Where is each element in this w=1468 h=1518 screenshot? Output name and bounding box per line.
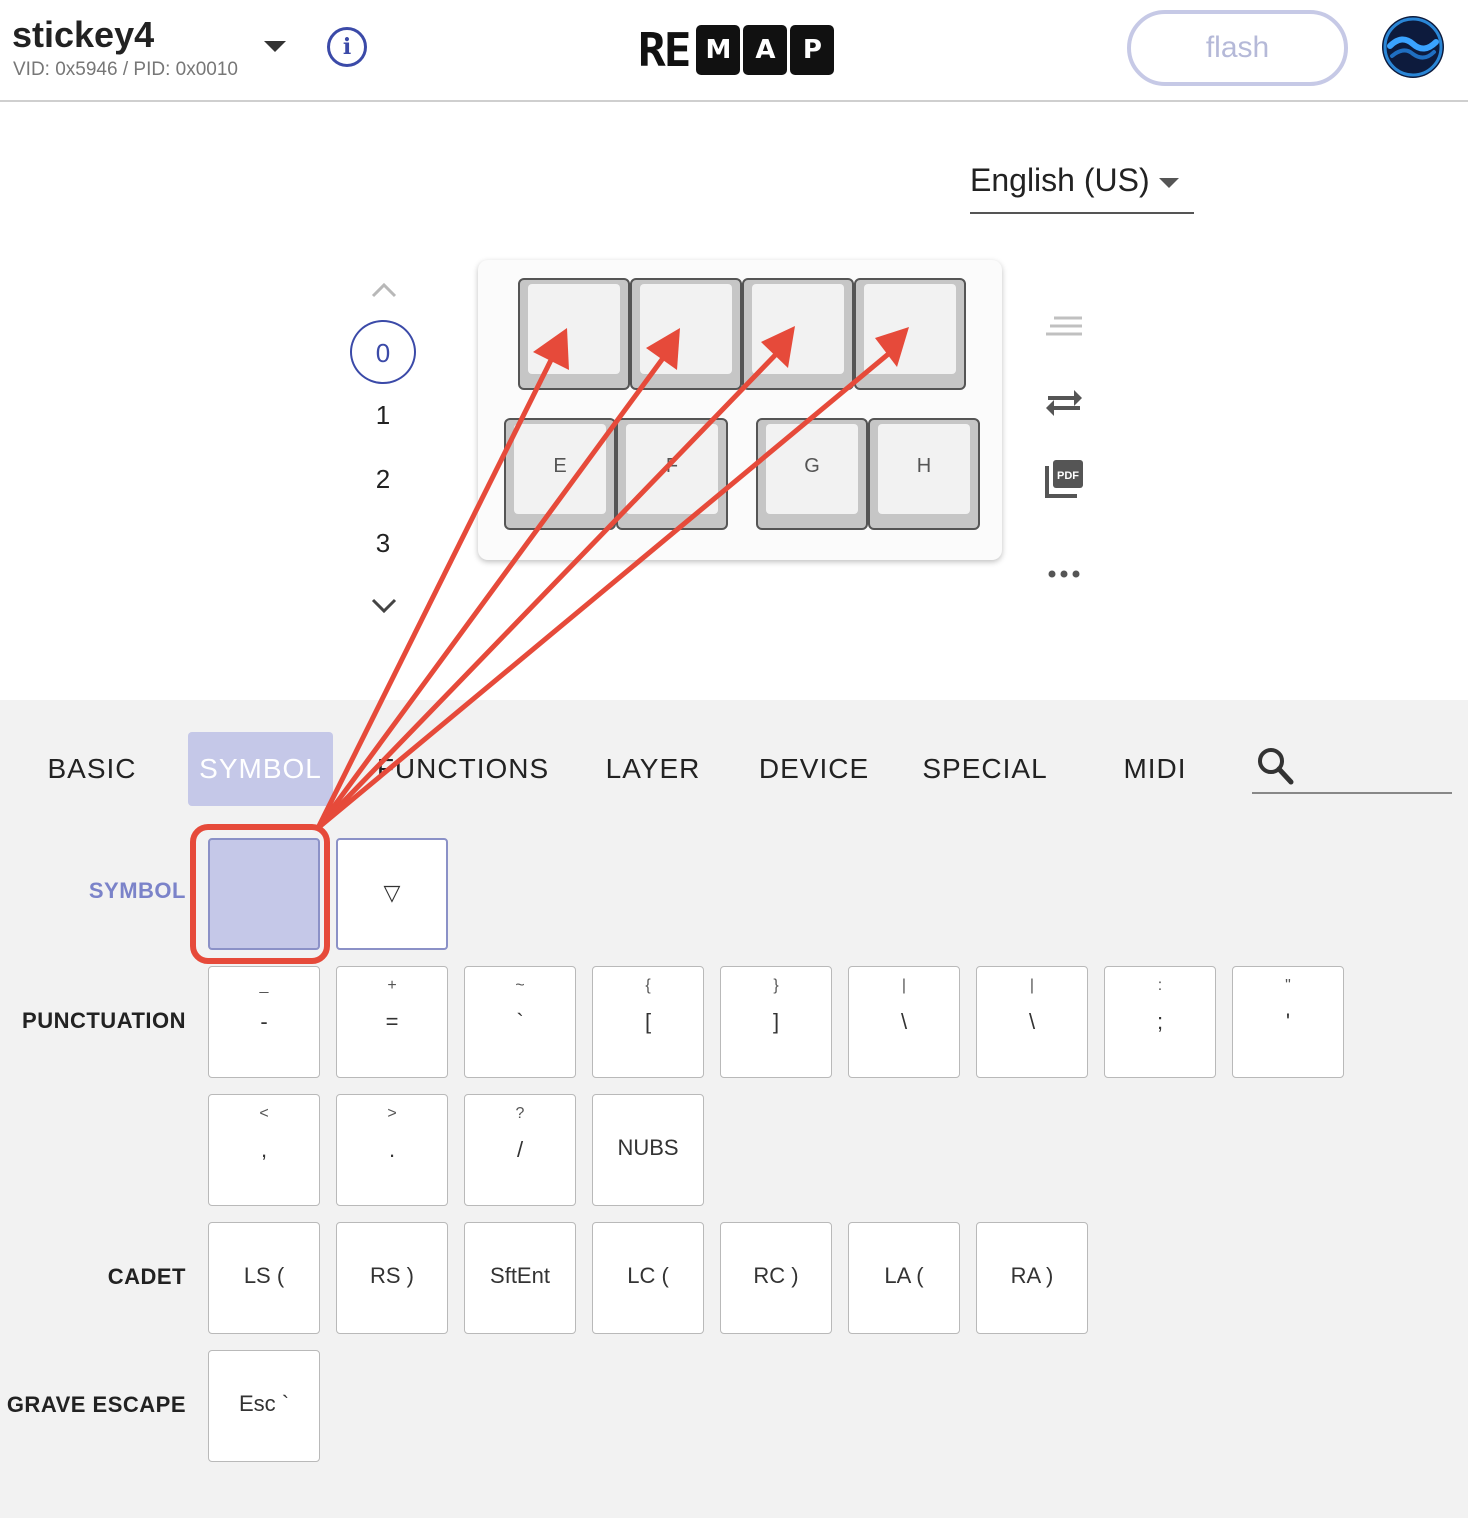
keyboard-key[interactable] — [742, 278, 854, 390]
logo-text: RE — [638, 23, 691, 77]
tab-basic[interactable]: BASIC — [40, 732, 144, 806]
tab-device[interactable]: DEVICE — [752, 732, 876, 806]
category-label-symbol: SYMBOL — [88, 878, 186, 903]
layer-0[interactable]: 0 — [350, 320, 416, 384]
layer-up-chevron-icon[interactable] — [368, 276, 400, 304]
top-header: stickey4 VID: 0x5946 / PID: 0x0010 i RE … — [0, 0, 1468, 102]
swap-arrows-icon[interactable] — [1044, 382, 1084, 422]
tab-layer[interactable]: LAYER — [598, 732, 708, 806]
layer-2[interactable]: 2 — [350, 448, 416, 512]
keyboard-language-select[interactable]: English (US) — [970, 156, 1194, 214]
keycode-key[interactable]: >. — [336, 1094, 448, 1206]
keyboard-key[interactable] — [630, 278, 742, 390]
tab-special[interactable]: SPECIAL — [914, 732, 1056, 806]
keyboard-key[interactable]: H — [868, 418, 980, 530]
keyboard-key[interactable]: E — [504, 418, 616, 530]
flash-button[interactable]: flash — [1127, 10, 1348, 86]
keycode-key[interactable]: NUBS — [592, 1094, 704, 1206]
keycode-key[interactable]: {[ — [592, 966, 704, 1078]
remap-app: stickey4 VID: 0x5946 / PID: 0x0010 i RE … — [0, 0, 1468, 1518]
remap-logo: RE M A P — [638, 23, 835, 77]
keycode-key[interactable]: LA ( — [848, 1222, 960, 1334]
keyboard-name: stickey4 — [12, 14, 155, 55]
layer-1[interactable]: 1 — [350, 384, 416, 448]
keycode-key[interactable]: LC ( — [592, 1222, 704, 1334]
chevron-down-icon — [1159, 178, 1179, 188]
keycode-key-transparent[interactable]: ▽ — [336, 838, 448, 950]
keycode-key[interactable]: RC ) — [720, 1222, 832, 1334]
keycode-key[interactable]: | \ — [848, 966, 960, 1078]
menu-lines-icon[interactable] — [1044, 306, 1084, 346]
user-avatar-icon[interactable] — [1382, 16, 1444, 78]
keycode-key[interactable]: <, — [208, 1094, 320, 1206]
tab-functions[interactable]: FUNCTIONS — [368, 732, 558, 806]
keyboard-menu-caret-icon[interactable] — [264, 41, 286, 52]
keycode-key[interactable]: " ' — [1232, 966, 1344, 1078]
keycode-key[interactable]: SftEnt — [464, 1222, 576, 1334]
category-label-grave-escape: GRAVE ESCAPE — [6, 1392, 186, 1417]
keycode-key[interactable]: LS ( — [208, 1222, 320, 1334]
keycode-key[interactable]: | \ — [976, 966, 1088, 1078]
keyboard-key[interactable]: F — [616, 418, 728, 530]
layer-down-chevron-icon[interactable] — [368, 592, 400, 620]
keyboard-key[interactable] — [518, 278, 630, 390]
svg-text:PDF: PDF — [1057, 470, 1079, 482]
keycode-key[interactable]: Esc ` — [208, 1350, 320, 1462]
category-label-punctuation: PUNCTUATION — [22, 1008, 186, 1033]
tab-symbol[interactable]: SYMBOL — [188, 732, 333, 806]
more-dots-icon[interactable] — [1044, 554, 1084, 594]
pdf-icon[interactable]: PDF — [1044, 458, 1084, 498]
tab-midi[interactable]: MIDI — [1110, 732, 1200, 806]
keycode-key[interactable]: ? / — [464, 1094, 576, 1206]
keycode-key[interactable]: :; — [1104, 966, 1216, 1078]
logo-letter: P — [790, 25, 835, 75]
language-value: English (US) — [970, 162, 1150, 198]
keyboard-key[interactable]: G — [756, 418, 868, 530]
layer-3[interactable]: 3 — [350, 512, 416, 576]
keycode-key[interactable]: ~ ` — [464, 966, 576, 1078]
annotation-highlight-box — [190, 824, 330, 964]
category-label-cadet: CADET — [107, 1264, 186, 1289]
logo-letter: A — [743, 25, 788, 75]
keycode-key[interactable]: + = — [336, 966, 448, 1078]
keycode-key[interactable]: RS ) — [336, 1222, 448, 1334]
logo-letter: M — [696, 25, 741, 75]
search-icon[interactable] — [1256, 746, 1294, 786]
keyboard-key[interactable] — [854, 278, 966, 390]
keycode-key[interactable]: _ - — [208, 966, 320, 1078]
keycode-key[interactable]: }] — [720, 966, 832, 1078]
keyboard-ids: VID: 0x5946 / PID: 0x0010 — [13, 59, 238, 80]
keycode-key[interactable]: RA ) — [976, 1222, 1088, 1334]
info-icon[interactable]: i — [327, 27, 367, 67]
